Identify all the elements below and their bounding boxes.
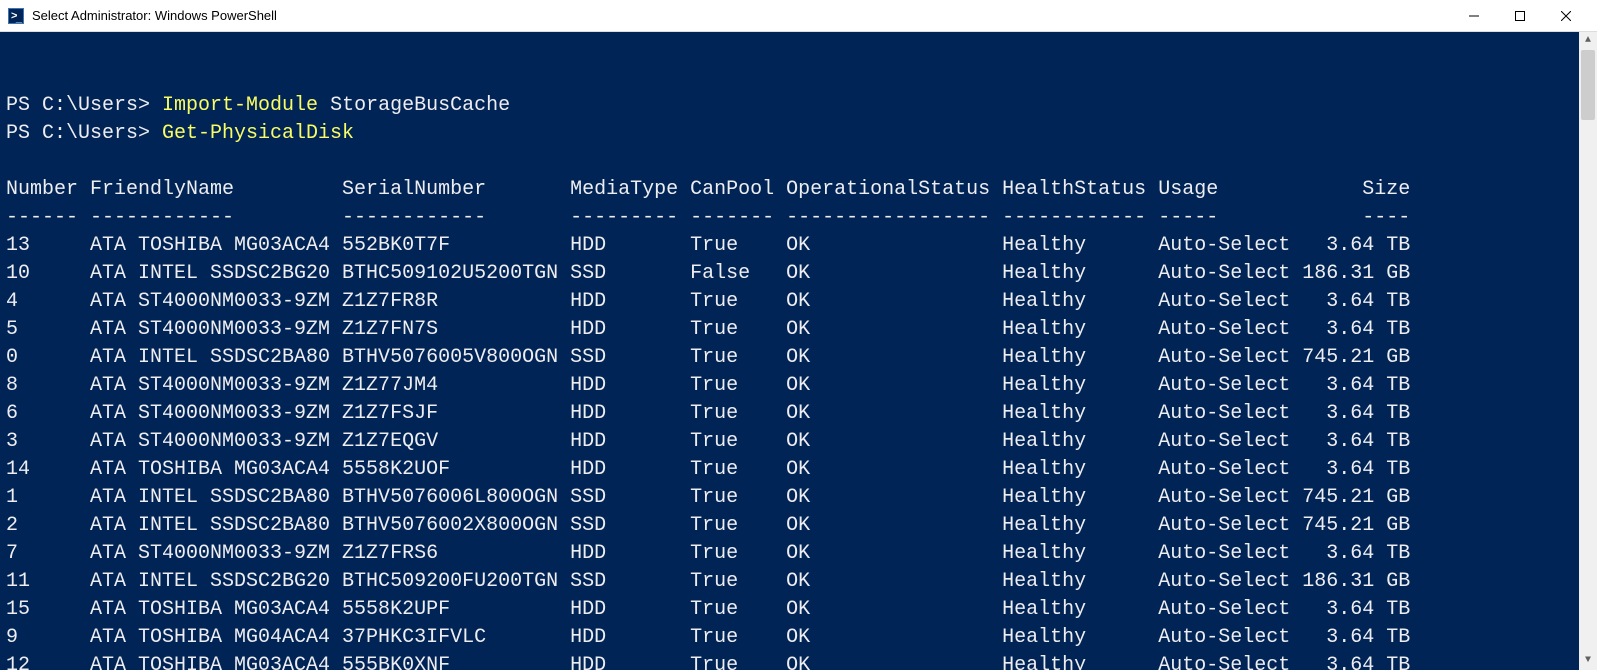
table-row: 2 ATA INTEL SSDSC2BA80 BTHV5076002X800OG… [6, 512, 1591, 540]
table-row: 12 ATA TOSHIBA MG03ACA4 555BK0XNF HDD Tr… [6, 652, 1591, 670]
table-row: 7 ATA ST4000NM0033-9ZM Z1Z7FRS6 HDD True… [6, 540, 1591, 568]
maximize-button[interactable] [1497, 1, 1543, 31]
table-row: 1 ATA INTEL SSDSC2BA80 BTHV5076006L800OG… [6, 484, 1591, 512]
window-title: Select Administrator: Windows PowerShell [32, 8, 1451, 23]
table-row: 9 ATA TOSHIBA MG04ACA4 37PHKC3IFVLC HDD … [6, 624, 1591, 652]
table-header: Number FriendlyName SerialNumber MediaTy… [6, 176, 1591, 204]
table-row: 14 ATA TOSHIBA MG03ACA4 5558K2UOF HDD Tr… [6, 456, 1591, 484]
close-icon [1561, 11, 1571, 21]
table-row: 13 ATA TOSHIBA MG03ACA4 552BK0T7F HDD Tr… [6, 232, 1591, 260]
table-divider: ------ ------------ ------------ -------… [6, 204, 1591, 232]
table-row: 3 ATA ST4000NM0033-9ZM Z1Z7EQGV HDD True… [6, 428, 1591, 456]
table-row: 11 ATA INTEL SSDSC2BG20 BTHC509200FU200T… [6, 568, 1591, 596]
maximize-icon [1515, 11, 1525, 21]
prompt-line: PS C:\Users> Import-Module StorageBusCac… [6, 92, 1591, 120]
scrollbar-thumb[interactable] [1581, 50, 1595, 120]
window-titlebar: Select Administrator: Windows PowerShell [0, 0, 1597, 32]
window-controls [1451, 1, 1589, 31]
terminal[interactable]: PS C:\Users> Import-Module StorageBusCac… [0, 32, 1597, 670]
minimize-button[interactable] [1451, 1, 1497, 31]
scroll-up-button[interactable]: ▲ [1579, 32, 1597, 50]
close-button[interactable] [1543, 1, 1589, 31]
powershell-icon [8, 8, 24, 24]
table-row: 5 ATA ST4000NM0033-9ZM Z1Z7FN7S HDD True… [6, 316, 1591, 344]
table-row: 15 ATA TOSHIBA MG03ACA4 5558K2UPF HDD Tr… [6, 596, 1591, 624]
prompt-line: PS C:\Users> Get-PhysicalDisk [6, 120, 1591, 148]
scrollbar[interactable]: ▲ ▼ [1579, 32, 1597, 670]
table-row: 4 ATA ST4000NM0033-9ZM Z1Z7FR8R HDD True… [6, 288, 1591, 316]
table-row: 8 ATA ST4000NM0033-9ZM Z1Z77JM4 HDD True… [6, 372, 1591, 400]
terminal-content: PS C:\Users> Import-Module StorageBusCac… [6, 92, 1591, 670]
scroll-down-button[interactable]: ▼ [1579, 652, 1597, 670]
minimize-icon [1469, 11, 1479, 21]
table-row: 0 ATA INTEL SSDSC2BA80 BTHV5076005V800OG… [6, 344, 1591, 372]
blank-line [6, 148, 1591, 176]
table-row: 6 ATA ST4000NM0033-9ZM Z1Z7FSJF HDD True… [6, 400, 1591, 428]
scrollbar-track[interactable] [1579, 50, 1597, 652]
table-row: 10 ATA INTEL SSDSC2BG20 BTHC509102U5200T… [6, 260, 1591, 288]
